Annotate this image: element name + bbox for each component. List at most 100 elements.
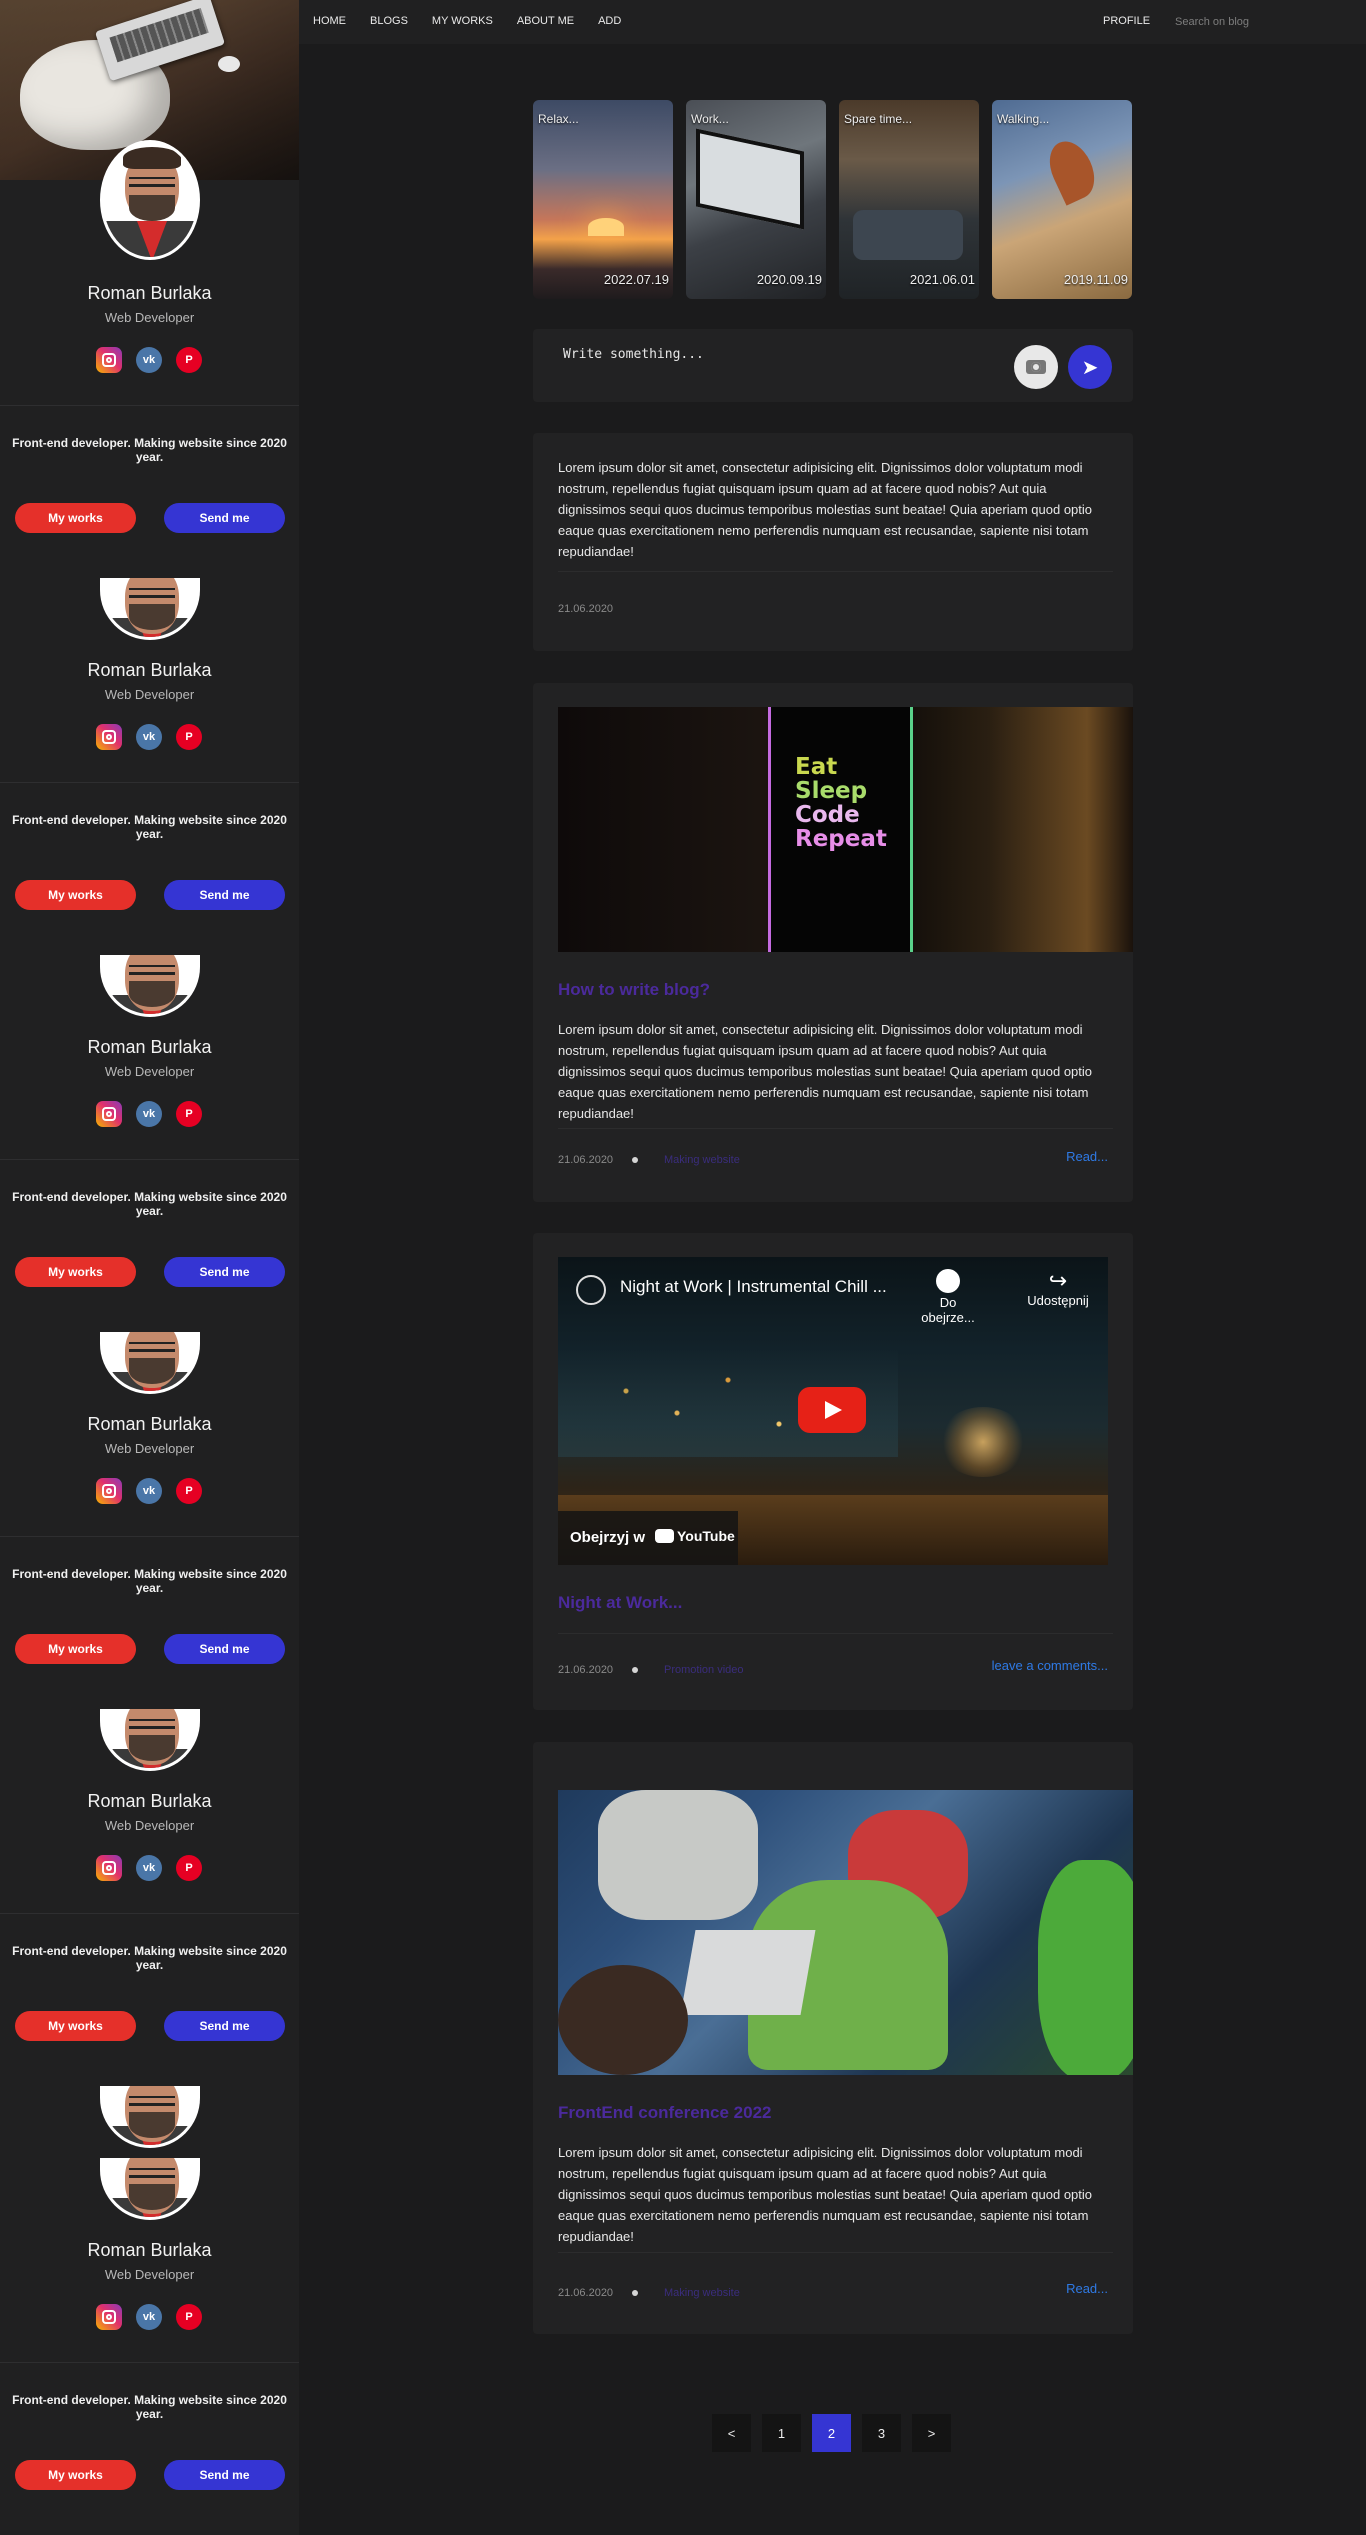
pinterest-icon[interactable]: P [176, 2304, 202, 2330]
pinterest-icon[interactable]: P [176, 1101, 202, 1127]
post-tag[interactable]: Making website [664, 1154, 740, 1166]
instagram-icon[interactable] [96, 2304, 122, 2330]
post-title[interactable]: Night at Work... [558, 1593, 682, 1613]
vk-icon[interactable]: vk [136, 724, 162, 750]
post-text: Lorem ipsum dolor sit amet, consectetur … [558, 1022, 1093, 1121]
video-title[interactable]: Night at Work | Instrumental Chill ... [620, 1277, 887, 1297]
next-page-button[interactable]: > [912, 2414, 951, 2452]
post-date: 21.06.2020 [558, 2287, 614, 2299]
composer-input[interactable] [551, 339, 951, 369]
avatar [100, 1709, 200, 1771]
send-me-button[interactable]: Send me [164, 880, 285, 910]
send-me-button[interactable]: Send me [164, 503, 285, 533]
page-button-active[interactable]: 2 [812, 2414, 851, 2452]
my-works-button[interactable]: My works [15, 2460, 136, 2490]
watch-later-button[interactable]: Do obejrze... [918, 1269, 978, 1325]
my-works-button[interactable]: My works [15, 503, 136, 533]
instagram-icon[interactable] [96, 724, 122, 750]
share-label: Udostępnij [1027, 1293, 1089, 1308]
story-card[interactable]: Walking... 2019.11.09 [992, 100, 1132, 299]
nav-links: HOME BLOGS MY WORKS ABOUT ME ADD [313, 15, 645, 27]
divider [0, 1159, 299, 1160]
sidebar: Roman Burlaka Web Developer vk P Front-e… [0, 0, 299, 2535]
nav-add[interactable]: ADD [598, 15, 621, 27]
story-label: Spare time... [844, 112, 913, 126]
avatar [100, 2158, 200, 2220]
search-input[interactable] [1167, 9, 1347, 35]
nav-home[interactable]: HOME [313, 15, 346, 27]
social-links: vk P [96, 2304, 206, 2330]
send-button[interactable]: ➤ [1068, 345, 1112, 389]
vk-icon[interactable]: vk [136, 1855, 162, 1881]
post-card: Night at Work | Instrumental Chill ... D… [533, 1233, 1133, 1710]
post-tag[interactable]: Making website [664, 2287, 740, 2299]
nav-profile[interactable]: PROFILE [1103, 15, 1150, 27]
post-composer: ➤ [533, 329, 1133, 402]
profile-tagline: Front-end developer. Making website sinc… [12, 2393, 287, 2421]
pinterest-icon[interactable]: P [176, 1855, 202, 1881]
read-more-link[interactable]: Read... [1066, 2281, 1108, 2296]
vk-icon[interactable]: vk [136, 1101, 162, 1127]
story-card[interactable]: Work... 2020.09.19 [686, 100, 826, 299]
vk-icon[interactable]: vk [136, 1478, 162, 1504]
post-title[interactable]: How to write blog? [558, 980, 710, 1000]
post-tag[interactable]: Promotion video [664, 1664, 744, 1676]
post-text: Lorem ipsum dolor sit amet, consectetur … [558, 2145, 1093, 2244]
camera-icon [1026, 360, 1046, 374]
post-divider [558, 1128, 1113, 1129]
my-works-button[interactable]: My works [15, 1634, 136, 1664]
pinterest-icon[interactable]: P [176, 347, 202, 373]
send-me-button[interactable]: Send me [164, 2011, 285, 2041]
instagram-icon[interactable] [96, 1478, 122, 1504]
share-button[interactable]: ↪ Udostępnij [1018, 1269, 1098, 1309]
profile-name: Roman Burlaka [87, 2240, 212, 2260]
pinterest-icon[interactable]: P [176, 724, 202, 750]
my-works-button[interactable]: My works [15, 880, 136, 910]
profile-tagline: Front-end developer. Making website sinc… [12, 1944, 287, 1972]
post-title[interactable]: FrontEnd conference 2022 [558, 2103, 772, 2123]
story-date: 2021.06.01 [909, 272, 975, 287]
story-label: Relax... [538, 112, 579, 126]
my-works-button[interactable]: My works [15, 1257, 136, 1287]
profile-role: Web Developer [104, 1441, 195, 1456]
send-me-button[interactable]: Send me [164, 2460, 285, 2490]
pinterest-icon[interactable]: P [176, 1478, 202, 1504]
send-me-button[interactable]: Send me [164, 1257, 285, 1287]
read-more-link[interactable]: Read... [1066, 1149, 1108, 1164]
camera-button[interactable] [1014, 345, 1058, 389]
comments-link[interactable]: leave a comments... [992, 1658, 1108, 1673]
vk-icon[interactable]: vk [136, 2304, 162, 2330]
profile-role: Web Developer [104, 2267, 195, 2282]
vk-icon[interactable]: vk [136, 347, 162, 373]
instagram-icon[interactable] [96, 1855, 122, 1881]
page-button[interactable]: 1 [762, 2414, 801, 2452]
play-button-icon[interactable] [798, 1387, 866, 1433]
pagination: < 1 2 3 > [712, 2414, 951, 2452]
instagram-icon[interactable] [96, 347, 122, 373]
watch-on-youtube[interactable]: Obejrzyj w YouTube [558, 1511, 738, 1565]
post-card: Lorem ipsum dolor sit amet, consectetur … [533, 433, 1133, 651]
page-button[interactable]: 3 [862, 2414, 901, 2452]
post-divider [558, 2252, 1113, 2253]
story-date: 2022.07.19 [603, 272, 669, 287]
video-embed[interactable]: Night at Work | Instrumental Chill ... D… [558, 1257, 1108, 1565]
profile-tagline: Front-end developer. Making website sinc… [12, 1190, 287, 1218]
story-label: Work... [691, 112, 729, 126]
channel-logo-icon [576, 1275, 606, 1305]
profile-role: Web Developer [104, 1818, 195, 1833]
nav-my-works[interactable]: MY WORKS [432, 15, 493, 27]
post-card: Eat Sleep Code Repeat How to write blog?… [533, 683, 1133, 1202]
send-me-button[interactable]: Send me [164, 1634, 285, 1664]
my-works-button[interactable]: My works [15, 2011, 136, 2041]
prev-page-button[interactable]: < [712, 2414, 751, 2452]
nav-about-me[interactable]: ABOUT ME [517, 15, 574, 27]
profile-actions: My works Send me [15, 503, 285, 533]
story-card[interactable]: Spare time... 2021.06.01 [839, 100, 979, 299]
profile-actions: My works Send me [15, 880, 285, 910]
instagram-icon[interactable] [96, 1101, 122, 1127]
profile-name: Roman Burlaka [87, 1037, 212, 1057]
story-card[interactable]: Relax... 2022.07.19 [533, 100, 673, 299]
youtube-logo: YouTube [655, 1528, 735, 1544]
nav-blogs[interactable]: BLOGS [370, 15, 408, 27]
profile-actions: My works Send me [15, 2011, 285, 2041]
